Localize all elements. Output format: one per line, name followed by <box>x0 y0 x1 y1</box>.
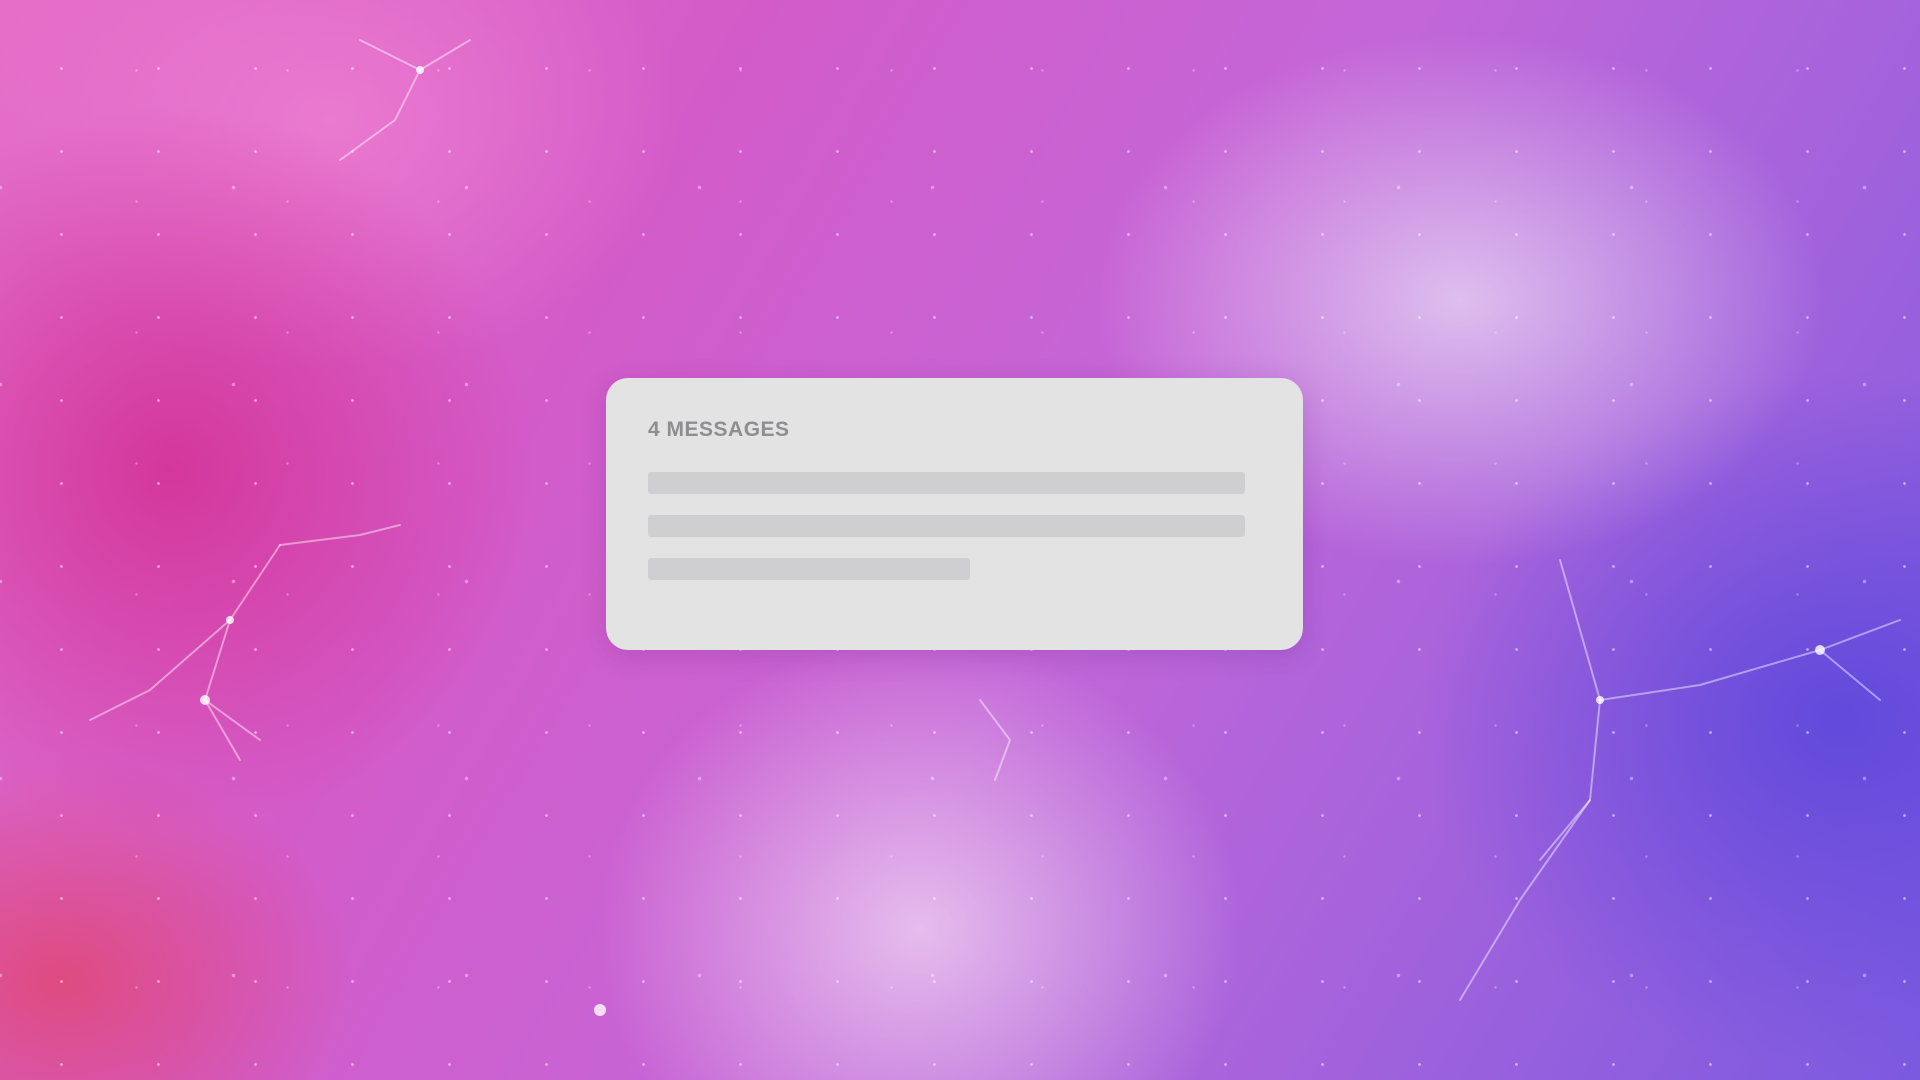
notification-card[interactable]: 4 MESSAGES <box>606 378 1303 650</box>
message-placeholder-line <box>648 558 970 580</box>
notification-header: 4 MESSAGES <box>648 418 790 441</box>
message-placeholder-line <box>648 472 1245 494</box>
message-placeholder-line <box>648 515 1245 537</box>
desktop-screen: 4 MESSAGES <box>0 0 1920 1080</box>
